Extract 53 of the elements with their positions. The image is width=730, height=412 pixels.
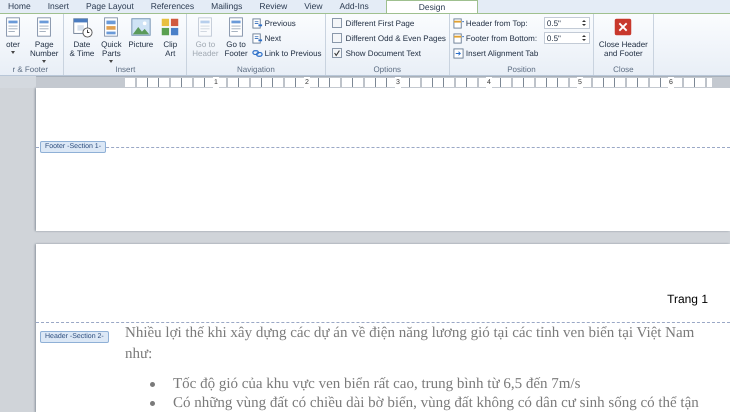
spinner-field[interactable]: 0.5" — [544, 32, 590, 44]
ribbon-button[interactable]: Quick Parts — [98, 16, 124, 64]
bullet-text: Tốc độ gió của khu vực ven biển rất cao, trung bình từ 6,5 đến 7m/s — [173, 376, 580, 393]
group-label: Close — [612, 64, 635, 75]
ribbon-tab[interactable]: Design — [386, 0, 478, 13]
spinner-label: Header from Top: — [466, 18, 529, 28]
group-label: Navigation — [236, 64, 276, 75]
margin-icon — [452, 32, 464, 44]
ribbon-button[interactable]: Page Number — [28, 16, 60, 64]
clip-art-grid-icon — [159, 16, 182, 38]
bullet-text: Có những vùng đất có chiều dài bờ biển, vùng đất không có dân cư sinh sống có thể tận — [173, 395, 699, 412]
ribbon-tab[interactable]: Home — [0, 0, 40, 13]
ribbon-tab[interactable]: Review — [251, 0, 296, 13]
ribbon-button[interactable]: oter — [0, 16, 26, 64]
ribbon-button[interactable]: Previous — [252, 16, 322, 30]
margin-icon — [452, 18, 464, 28]
bullet-icon — [150, 382, 155, 387]
checkbox-label: Different First Page — [346, 18, 414, 28]
body-paragraph: Nhiều lợi thế khi xây dựng các dự án về điện năng lương gió tại các tỉnh ven biển tại Việt Nam như: — [125, 324, 696, 364]
bullet-icon — [150, 401, 155, 406]
ribbon-button[interactable]: Go to Footer — [222, 16, 250, 64]
ribbon-button[interactable]: Clip Art — [157, 16, 184, 64]
page-number-text: Trang 1 — [667, 292, 708, 306]
group-label: r & Footer — [11, 64, 50, 75]
calendar-clock-icon — [70, 16, 93, 38]
group-label: Position — [506, 64, 537, 75]
checkbox[interactable] — [332, 18, 342, 28]
ribbon-tab[interactable]: View — [296, 0, 332, 13]
group-label: Insert — [114, 64, 136, 75]
landscape-picture-icon — [130, 16, 152, 38]
chain-link-icon — [252, 48, 263, 58]
spinner-field[interactable]: 0.5" — [544, 17, 590, 29]
ribbon-button[interactable]: Insert Alignment Tab — [452, 46, 590, 60]
checkbox[interactable] — [332, 48, 342, 58]
tab-arrow-icon — [452, 48, 464, 58]
ribbon-tab[interactable]: Mailings — [203, 0, 252, 13]
spinner-label: Footer from Bottom: — [466, 34, 538, 42]
checkbox[interactable] — [332, 33, 342, 43]
ribbon-tab[interactable]: Insert — [40, 0, 78, 13]
arrow-page-icon — [252, 32, 263, 44]
ribbon-tab[interactable]: Add-Ins — [332, 0, 378, 13]
ribbon-tab[interactable]: Page Layout — [78, 0, 143, 13]
checkbox-label: Different Odd & Even Pages — [346, 34, 446, 42]
arrow-page-icon — [252, 18, 263, 28]
checkbox-label: Show Document Text — [346, 48, 422, 58]
ribbon-button[interactable]: Date & Time — [67, 16, 96, 64]
group-label: Options — [372, 64, 402, 75]
ribbon-tab[interactable]: References — [142, 0, 204, 13]
close-icon — [612, 16, 634, 38]
ribbon-button[interactable]: Next — [252, 31, 322, 45]
ribbon-button[interactable]: Link to Previous — [252, 46, 322, 60]
ribbon-button[interactable]: Picture — [126, 16, 156, 64]
ribbon-button[interactable]: Close Header and Footer — [596, 16, 650, 64]
